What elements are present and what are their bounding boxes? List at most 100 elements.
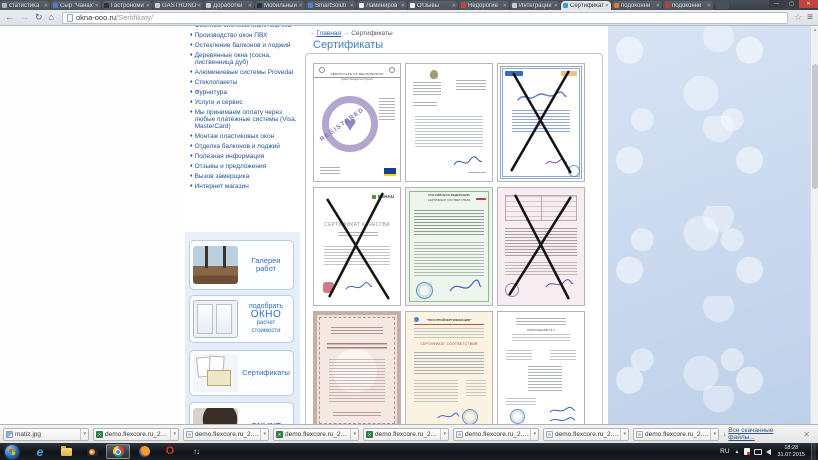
- taskbar-chrome-active[interactable]: [106, 444, 130, 459]
- scrollbar-thumb[interactable]: [812, 64, 818, 189]
- certificate-thumbnail-bsi[interactable]: CERTIFICATE OF REGISTRATION Quality Mana…: [313, 63, 401, 182]
- download-item[interactable]: Xdemo.flexcore.ru_29....csv▾: [93, 428, 179, 441]
- chevron-down-icon[interactable]: ▾: [260, 429, 268, 440]
- speaker-icon[interactable]: [766, 449, 771, 455]
- certificate-thumbnail-conformity-green[interactable]: РОССИЙСКАЯ ФЕДЕРАЦИЯ СЕРТИФИКАТ СООТВЕТС…: [405, 187, 493, 306]
- sidebar-item-balcony-finishing[interactable]: ♦Отделка балконов и лоджий: [190, 143, 297, 150]
- tab-close-icon[interactable]: ✕: [299, 3, 303, 9]
- tab-close-icon[interactable]: ✕: [44, 3, 48, 9]
- taskbar-media-player[interactable]: ▶: [80, 444, 104, 459]
- forward-icon[interactable]: →: [20, 13, 29, 22]
- tab-close-icon[interactable]: ✕: [95, 3, 99, 9]
- tab-close-icon[interactable]: ✕: [554, 3, 558, 9]
- certificate-thumbnail-rosstroy[interactable]: "РОССТРОЙСЕРТИФИКАЦИЯ" СЕРТИФИКАТ СООТВЕ…: [405, 311, 493, 424]
- browser-tab[interactable]: Ламиниров✕: [357, 1, 407, 10]
- tab-close-icon[interactable]: ✕: [452, 3, 456, 9]
- sidebar-item-glass-units[interactable]: ♦Стеклопакеты: [190, 79, 297, 86]
- back-icon[interactable]: ←: [5, 13, 14, 22]
- browser-tab[interactable]: Гастрономи✕: [102, 1, 152, 10]
- sidebar-item-balcony-glazing[interactable]: ♦Остекление балконов и лоджий: [190, 42, 297, 49]
- sidebar-item-aluminium-provedal[interactable]: ♦Алюминиевые системы Provedal: [190, 69, 297, 76]
- home-icon[interactable]: ⌂: [49, 13, 54, 22]
- language-indicator[interactable]: RU: [720, 448, 729, 455]
- chevron-down-icon[interactable]: ▾: [170, 429, 178, 440]
- tab-close-icon[interactable]: ✕: [401, 3, 405, 9]
- browser-tab[interactable]: Отзывы✕: [408, 1, 458, 10]
- browser-tab[interactable]: подоконни✕: [612, 1, 662, 10]
- scroll-up-icon[interactable]: ▲: [811, 27, 818, 32]
- chevron-down-icon[interactable]: ▾: [710, 429, 718, 440]
- sidebar-item-hardware[interactable]: ♦Фурнитура: [190, 89, 297, 96]
- browser-tab[interactable]: Интеграции✕: [510, 1, 560, 10]
- window-calculator-widget[interactable]: подобрать ОКНО расчет стоимости: [189, 295, 294, 343]
- chevron-down-icon[interactable]: ▾: [350, 429, 358, 440]
- gallery-widget[interactable]: Галерея работ: [189, 240, 294, 290]
- certificate-thumbnail-rehau[interactable]: REHAU СЕРТИФИКАТ КАЧЕСТВА: [313, 187, 401, 306]
- tab-close-icon[interactable]: ✕: [656, 3, 660, 9]
- breadcrumb-home-link[interactable]: Главная: [316, 30, 341, 37]
- browser-tab[interactable]: статистика✕: [0, 1, 50, 10]
- chevron-down-icon[interactable]: ▾: [440, 429, 448, 440]
- downloads-bar-close-icon[interactable]: ✕: [803, 430, 810, 439]
- show-all-downloads-link[interactable]: ↓Все скачанные файлы...: [723, 427, 798, 441]
- browser-tab[interactable]: Мобильный✕: [255, 1, 305, 10]
- taskbar-firefox[interactable]: [132, 444, 156, 459]
- reload-icon[interactable]: ↻: [35, 13, 43, 22]
- sidebar-item-online-store[interactable]: ♦Интернет магазин: [190, 183, 297, 190]
- tab-close-icon[interactable]: ✕: [707, 3, 711, 9]
- certificate-thumbnail-licence[interactable]: [313, 311, 401, 424]
- start-button[interactable]: [5, 445, 19, 459]
- show-desktop-button[interactable]: [811, 443, 816, 460]
- browser-tab-active[interactable]: Сертификат✕: [561, 1, 611, 10]
- download-item[interactable]: edemo.flexcore.ru_2...html▾: [633, 428, 719, 441]
- download-item[interactable]: Xdemo.flexcore.ru_29....csv▾: [273, 428, 359, 441]
- maximize-button[interactable]: ▢: [784, 0, 799, 8]
- browser-tab[interactable]: Сыр "Чанах"✕: [51, 1, 101, 10]
- certificate-thumbnail-diploma[interactable]: [497, 63, 585, 182]
- taskbar-transfer-app[interactable]: ↑↓: [184, 444, 208, 459]
- sidebar-item-measurer[interactable]: ♦Вызов замерщика: [190, 173, 297, 180]
- certificate-thumbnail-letter[interactable]: [405, 63, 493, 182]
- hidden-icons-arrow[interactable]: ▲: [735, 449, 740, 455]
- download-item[interactable]: Xdemo.flexcore.ru_29....csv▾: [363, 428, 449, 441]
- online-consultant-widget[interactable]: ONLINE: [189, 402, 294, 424]
- chevron-down-icon[interactable]: ▾: [620, 429, 628, 440]
- download-item[interactable]: edemo.flexcore.ru_2...html▾: [453, 428, 539, 441]
- network-icon[interactable]: [754, 449, 762, 455]
- browser-menu-icon[interactable]: ≡: [807, 13, 813, 23]
- chevron-down-icon[interactable]: ▾: [530, 429, 538, 440]
- minimize-button[interactable]: —: [769, 0, 784, 8]
- taskbar-opera[interactable]: O: [158, 444, 182, 459]
- tab-close-icon[interactable]: ✕: [146, 3, 150, 9]
- sidebar-item-payment[interactable]: ♦Мы принимаем оплату через любые платёжн…: [190, 109, 297, 130]
- action-center-flag-icon[interactable]: [744, 448, 750, 455]
- browser-tab[interactable]: SmartSoluti✕: [306, 1, 356, 10]
- chevron-down-icon[interactable]: ▾: [80, 429, 88, 440]
- certificate-thumbnail-appendix[interactable]: ПРИЛОЖЕНИЕ № 1: [497, 311, 585, 424]
- sidebar-item-wooden-windows[interactable]: ♦Деревянные окна (сосна, лиственница дуб…: [190, 52, 297, 66]
- browser-tab[interactable]: GASTRONOM✕: [153, 1, 203, 10]
- download-item[interactable]: edemo.flexcore.ru_2...html▾: [543, 428, 629, 441]
- sidebar-item-reviews[interactable]: ♦Отзывы и предложения: [190, 163, 297, 170]
- taskbar-internet-explorer[interactable]: e: [28, 444, 52, 459]
- certificates-widget[interactable]: Сертификаты: [189, 350, 294, 396]
- sidebar-item-useful-info[interactable]: ♦Полезная информация: [190, 153, 297, 160]
- tab-close-icon[interactable]: ✕: [605, 3, 609, 9]
- vertical-scrollbar[interactable]: ▲: [810, 26, 818, 424]
- browser-tab[interactable]: Недорогие✕: [459, 1, 509, 10]
- tab-close-icon[interactable]: ✕: [503, 3, 507, 9]
- sidebar-item-montblanc[interactable]: ♦Оконные системы MONTBLANC: [190, 26, 297, 29]
- download-item[interactable]: matiz.jpg▾: [3, 428, 89, 441]
- taskbar-clock[interactable]: 18:28 31.07.2015: [777, 445, 805, 458]
- tab-close-icon[interactable]: ✕: [197, 3, 201, 9]
- browser-tab[interactable]: Доработки✕: [204, 1, 254, 10]
- sidebar-item-services[interactable]: ♦Услуги и сервис: [190, 99, 297, 106]
- sidebar-item-installation[interactable]: ♦Монтаж пластиковых окон: [190, 133, 297, 140]
- tab-close-icon[interactable]: ✕: [248, 3, 252, 9]
- taskbar-file-explorer[interactable]: [54, 444, 78, 459]
- tab-close-icon[interactable]: ✕: [350, 3, 354, 9]
- sidebar-item-pvc-windows[interactable]: ♦Производство окон ПВХ: [190, 32, 297, 39]
- download-item[interactable]: edemo.flexcore.ru_2...html▾: [183, 428, 269, 441]
- browser-tab[interactable]: подоконни✕: [663, 1, 713, 10]
- new-tab-button[interactable]: [716, 2, 729, 9]
